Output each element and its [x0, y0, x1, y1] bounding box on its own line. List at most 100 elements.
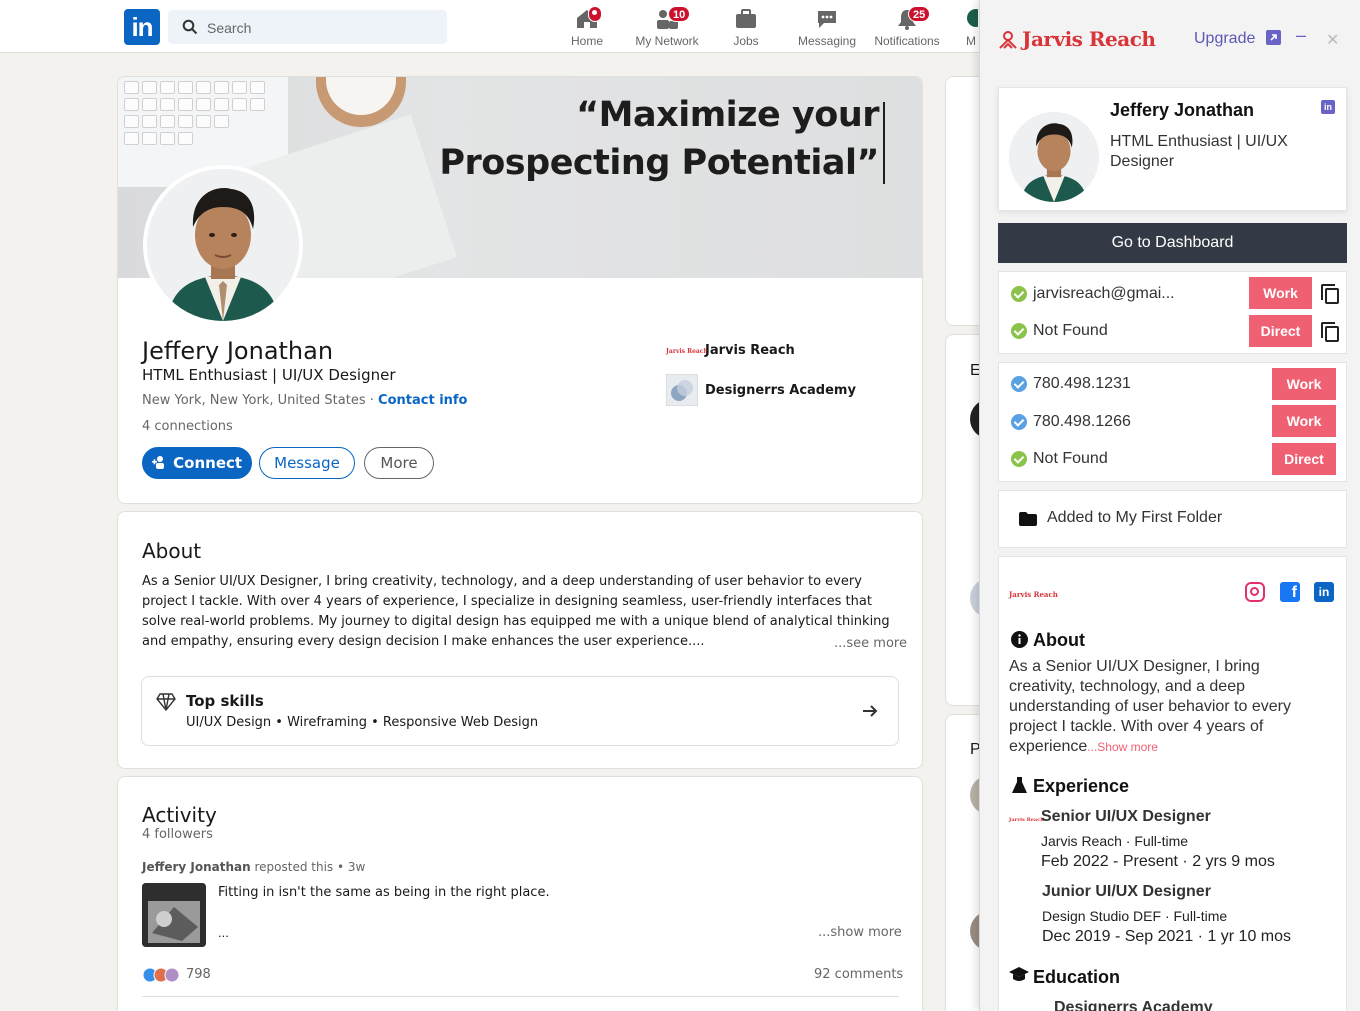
linkedin-icon[interactable]: in — [1314, 582, 1334, 602]
verified-check-icon — [1011, 286, 1027, 302]
company-designerrs-academy[interactable]: Designerrs Academy — [705, 383, 856, 398]
verified-check-icon — [1011, 376, 1027, 392]
about-text: As a Senior UI/UX Designer, I bring crea… — [142, 574, 890, 649]
more-button[interactable]: More — [364, 447, 434, 479]
profile-card: “Maximize your Prospecting Potential” Je… — [117, 76, 923, 504]
message-button[interactable]: Message — [259, 447, 355, 479]
contact-avatar — [1009, 112, 1099, 202]
phone-value[interactable]: 780.498.1266 — [1033, 413, 1131, 431]
connect-button[interactable]: Connect — [142, 447, 252, 479]
profile-name: Jeffery Jonathan — [142, 337, 334, 365]
folder-box[interactable]: Added to My First Folder — [998, 490, 1347, 548]
phone-tag-direct[interactable]: Direct — [1272, 443, 1336, 475]
reactions-icons[interactable] — [142, 967, 182, 983]
folder-status: Added to My First Folder — [1047, 509, 1223, 526]
profile-headline: HTML Enthusiast | UI/UX Designer — [142, 366, 396, 384]
contact-name: Jeffery Jonathan — [1110, 100, 1255, 120]
phone-value: Not Found — [1033, 450, 1108, 467]
experience-title: Junior UI/UX Designer — [1042, 883, 1211, 900]
jarvis-reach-panel: Jarvis Reach Upgrade – ✕ Jeffery Jonatha… — [979, 0, 1360, 1011]
email-tag-direct[interactable]: Direct — [1249, 315, 1312, 347]
nav-my-network[interactable]: 10 My Network — [632, 4, 702, 50]
phone-tag-work[interactable]: Work — [1272, 368, 1336, 400]
post-ellipsis: ... — [218, 925, 229, 940]
nav-jobs-label: Jobs — [733, 34, 759, 48]
minimize-button[interactable]: – — [1296, 25, 1306, 46]
nav-me-label: M — [966, 34, 976, 48]
education-section-title: Education — [1033, 967, 1121, 987]
message-icon — [815, 8, 839, 30]
panel-show-more-link[interactable]: ...Show more — [1087, 740, 1158, 754]
verified-check-icon — [1011, 323, 1027, 339]
experience-dates: Dec 2019 - Sep 2021 · 1 yr 10 mos — [1042, 928, 1292, 945]
experience-company-logo: Jarvis Reach — [1009, 817, 1044, 823]
repost-author[interactable]: Jeffery Jonathan — [142, 860, 251, 874]
home-icon — [575, 6, 602, 30]
company-mini-logo-text: Jarvis Reach — [1009, 590, 1058, 599]
network-badge: 10 — [668, 6, 691, 22]
copy-icon[interactable] — [1321, 284, 1339, 304]
nav-home[interactable]: Home — [565, 4, 609, 50]
experience-title: Senior UI/UX Designer — [1041, 808, 1211, 825]
notification-dot — [588, 6, 602, 22]
about-section-text: As a Senior UI/UX Designer, I bring crea… — [1009, 657, 1329, 757]
show-more-link[interactable]: ...show more — [818, 925, 902, 940]
jarvis-reach-logo-icon — [999, 31, 1017, 49]
instagram-icon[interactable] — [1245, 582, 1265, 602]
see-more-link[interactable]: ...see more — [830, 636, 907, 651]
profile-photo[interactable] — [143, 165, 303, 325]
close-button[interactable]: ✕ — [1326, 30, 1339, 50]
experience-dates: Feb 2022 - Present · 2 yrs 9 mos — [1041, 853, 1275, 870]
post-text: Fitting in isn't the same as being in th… — [218, 885, 550, 900]
connect-label: Connect — [173, 454, 243, 472]
nav-my-network-label: My Network — [635, 34, 699, 48]
diamond-icon — [156, 693, 176, 711]
folder-icon — [1019, 512, 1037, 526]
divider — [142, 996, 899, 997]
external-link-icon[interactable] — [1266, 30, 1281, 45]
top-skills-box[interactable]: Top skills UI/UX Design • Wireframing • … — [141, 676, 899, 746]
experience-section-title: Experience — [1033, 776, 1130, 796]
contact-info-link[interactable]: Contact info — [378, 393, 467, 408]
copy-icon[interactable] — [1321, 322, 1339, 342]
post-thumbnail[interactable] — [142, 883, 206, 947]
reactions-count[interactable]: 798 — [186, 967, 211, 982]
nav-jobs[interactable]: Jobs — [724, 4, 768, 50]
verified-check-icon — [1011, 451, 1027, 467]
network-icon: 10 — [655, 6, 691, 30]
email-tag-work[interactable]: Work — [1249, 277, 1312, 309]
about-heading: About — [142, 539, 202, 563]
facebook-icon[interactable]: f — [1280, 582, 1300, 602]
nav-notifications[interactable]: 25 Notifications — [872, 4, 942, 50]
connections-count[interactable]: 4 connections — [142, 419, 233, 434]
profile-location: New York, New York, United States · Cont… — [142, 393, 468, 408]
banner-quote: “Maximize your Prospecting Potential” — [439, 91, 879, 187]
email-value: Not Found — [1033, 322, 1108, 339]
activity-heading: Activity — [142, 803, 217, 827]
search-input[interactable]: Search — [168, 10, 447, 44]
nav-messaging[interactable]: Messaging — [796, 4, 858, 50]
notifications-badge: 25 — [908, 6, 931, 22]
nav-notifications-label: Notifications — [874, 34, 940, 48]
comments-count[interactable]: 92 comments — [814, 967, 903, 982]
experience-company: Jarvis Reach · Full-time — [1041, 833, 1189, 849]
phone-value[interactable]: 780.498.1231 — [1033, 375, 1131, 393]
banner-divider — [883, 102, 885, 184]
contact-headline: HTML Enthusiast | UI/UX Designer — [1110, 133, 1288, 170]
verified-check-icon — [1011, 414, 1027, 430]
graduation-cap-icon — [1009, 967, 1029, 981]
company-jarvis-reach[interactable]: Jarvis Reach — [705, 343, 795, 358]
upgrade-link[interactable]: Upgrade — [1194, 30, 1255, 48]
search-placeholder: Search — [207, 20, 252, 36]
go-to-dashboard-button[interactable]: Go to Dashboard — [998, 223, 1347, 263]
nav-messaging-label: Messaging — [797, 34, 857, 48]
linkedin-logo[interactable]: in — [124, 9, 160, 45]
linkedin-small-icon[interactable]: in — [1321, 100, 1335, 114]
top-skills-title: Top skills — [186, 692, 264, 710]
phone-tag-work[interactable]: Work — [1272, 405, 1336, 437]
activity-card: Activity 4 followers Jeffery Jonathan re… — [117, 776, 923, 1011]
email-value[interactable]: jarvisreach@gmai... — [1033, 285, 1175, 303]
search-icon — [182, 19, 198, 35]
nav-me[interactable]: M — [964, 4, 978, 50]
me-icon — [964, 8, 978, 30]
